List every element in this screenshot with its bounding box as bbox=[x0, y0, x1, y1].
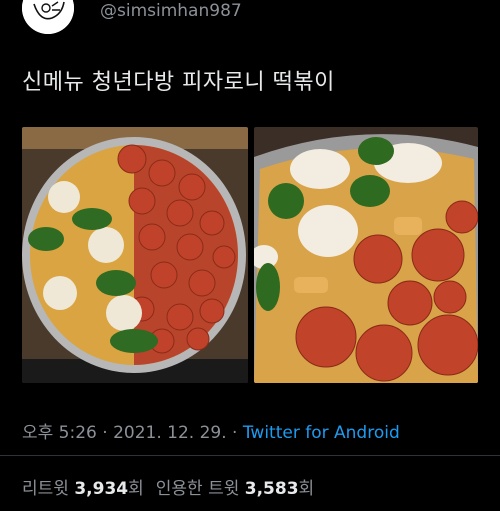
quotes-count: 3,583 bbox=[244, 479, 299, 499]
user-handle[interactable]: @simsimhan987 bbox=[100, 1, 242, 21]
tweet-meta: 오후 5:26 · 2021. 12. 29. · Twitter for An… bbox=[22, 418, 400, 443]
quotes-label: 인용한 트윗 bbox=[155, 479, 240, 499]
avatar[interactable] bbox=[22, 0, 74, 34]
meta-separator: · bbox=[96, 423, 114, 443]
doodle-avatar-icon bbox=[22, 0, 74, 34]
retweets-label: 리트윗 bbox=[22, 479, 69, 499]
photo-left[interactable] bbox=[22, 127, 248, 383]
quotes-unit: 회 bbox=[298, 479, 315, 499]
tweet-time[interactable]: 오후 5:26 bbox=[22, 423, 97, 443]
photo-right[interactable] bbox=[254, 127, 478, 383]
retweets-count: 3,934 bbox=[74, 479, 129, 499]
pizza-tteokbokki-pan-top-view-image bbox=[22, 127, 248, 383]
tweet-text: 신메뉴 청년다방 피자로니 떡볶이 bbox=[22, 70, 335, 95]
tweet-stats: 리트윗 3,934회 인용한 트윗 3,583회 bbox=[22, 474, 314, 499]
media-grid bbox=[22, 127, 478, 383]
meta-separator: · bbox=[226, 423, 243, 443]
retweets-unit: 회 bbox=[128, 479, 144, 499]
retweets-stat[interactable]: 리트윗 3,934회 bbox=[22, 479, 144, 499]
tweet-header: @simsimhan987 bbox=[0, 0, 500, 40]
quotes-stat[interactable]: 인용한 트윗 3,583회 bbox=[156, 479, 314, 499]
divider bbox=[0, 455, 500, 456]
pizza-tteokbokki-closeup-image bbox=[254, 127, 478, 383]
tweet-date[interactable]: 2021. 12. 29. bbox=[113, 423, 227, 443]
tweet-source-link[interactable]: Twitter for Android bbox=[243, 423, 400, 443]
